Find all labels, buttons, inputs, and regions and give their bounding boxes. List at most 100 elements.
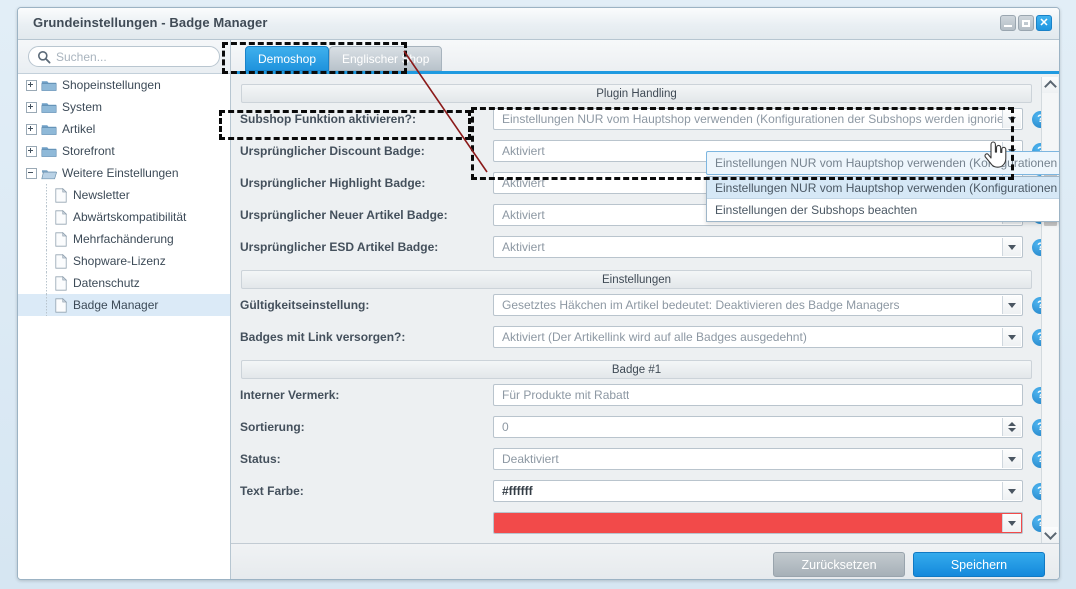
settings-tree[interactable]: Shopeinstellungen System Artikel Storefront… bbox=[18, 74, 230, 579]
app-window: Grundeinstellungen - Badge Manager ✕ Suc… bbox=[17, 7, 1060, 580]
expand-icon[interactable] bbox=[26, 79, 37, 91]
tree-item-mehrfach-nderung[interactable]: Mehrfachänderung bbox=[18, 228, 230, 250]
field-label: Ursprünglicher Discount Badge: bbox=[240, 144, 425, 158]
vertical-scrollbar[interactable] bbox=[1041, 77, 1058, 543]
chevron-down-icon bbox=[1008, 244, 1016, 250]
field-status[interactable]: Deaktiviert bbox=[493, 448, 1023, 470]
field-gültigkeitseinstellung[interactable]: Gesetztes Häkchen im Artikel bedeutet: D… bbox=[493, 294, 1023, 316]
form-row-text-farbe: Text Farbe: #ffffff? bbox=[231, 475, 1041, 507]
close-icon: ✕ bbox=[1039, 16, 1049, 29]
form-row-ursprünglicher-esd-artikel-badge: Ursprünglicher ESD Artikel Badge: Aktivie… bbox=[231, 231, 1041, 263]
field-label: Ursprünglicher Neuer Artikel Badge: bbox=[240, 208, 448, 222]
expand-icon[interactable] bbox=[26, 145, 37, 157]
expand-icon[interactable] bbox=[26, 123, 37, 135]
scroll-up-button[interactable] bbox=[1042, 77, 1058, 93]
minimize-button[interactable] bbox=[1000, 15, 1016, 31]
tree-item-newsletter[interactable]: Newsletter bbox=[18, 184, 230, 206]
search-input[interactable]: Suchen... bbox=[28, 46, 220, 67]
tree-item-label: Datenschutz bbox=[73, 276, 140, 290]
dropdown-option-1[interactable]: Einstellungen der Subshops beachten bbox=[707, 199, 1059, 221]
dropdown-option-0[interactable]: Einstellungen NUR vom Hauptshop verwende… bbox=[707, 177, 1059, 199]
chevron-down-icon bbox=[1008, 488, 1016, 494]
help-icon[interactable]: ? bbox=[1032, 110, 1041, 128]
field-badges-mit-link-versorgen[interactable]: Aktiviert (Der Artikellink wird auf alle… bbox=[493, 326, 1023, 348]
field-value: Einstellungen NUR vom Hauptshop verwende… bbox=[502, 112, 1019, 126]
chevron-down-icon bbox=[1008, 334, 1016, 340]
field-ursprünglicher-esd-artikel-badge[interactable]: Aktiviert bbox=[493, 236, 1023, 258]
tab-englischer-shop[interactable]: Englischer Shop bbox=[329, 46, 443, 71]
search-icon bbox=[38, 51, 51, 64]
reset-button[interactable]: Zurücksetzen bbox=[773, 552, 905, 577]
tree-item-weitere-einstellungen[interactable]: Weitere Einstellungen bbox=[18, 162, 230, 184]
help-icon[interactable]: ? bbox=[1032, 482, 1041, 500]
dropdown-toggle[interactable] bbox=[1002, 450, 1021, 468]
chevron-up-icon bbox=[1008, 422, 1016, 426]
field-label: Ursprünglicher Highlight Badge: bbox=[240, 176, 426, 190]
scroll-down-button[interactable] bbox=[1042, 527, 1058, 543]
page-icon bbox=[55, 187, 68, 203]
field-subshop-funktion-aktivieren[interactable]: Einstellungen NUR vom Hauptshop verwende… bbox=[493, 108, 1023, 130]
dropdown-toggle[interactable] bbox=[1002, 110, 1021, 128]
form-row-interner-vermerk: Interner Vermerk: Für Produkte mit Rabatt… bbox=[231, 379, 1041, 411]
sidebar: Suchen... Shopeinstellungen System Artikel… bbox=[18, 40, 231, 579]
field-value: Aktiviert bbox=[502, 240, 545, 254]
tree-item-datenschutz[interactable]: Datenschutz bbox=[18, 272, 230, 294]
title-bar: Grundeinstellungen - Badge Manager ✕ bbox=[18, 8, 1059, 40]
close-button[interactable]: ✕ bbox=[1036, 15, 1052, 31]
folder-icon bbox=[41, 167, 58, 180]
tree-item-shopeinstellungen[interactable]: Shopeinstellungen bbox=[18, 74, 230, 96]
help-icon[interactable]: ? bbox=[1032, 328, 1041, 346]
chevron-down-icon bbox=[1008, 428, 1016, 432]
dropdown-toggle[interactable] bbox=[1002, 238, 1021, 256]
maximize-button[interactable] bbox=[1018, 15, 1034, 31]
section-header-plugin-handling: Plugin Handling bbox=[241, 84, 1032, 103]
dropdown-list[interactable]: Einstellungen NUR vom Hauptshop verwende… bbox=[706, 176, 1059, 222]
tree-item-shopware-lizenz[interactable]: Shopware-Lizenz bbox=[18, 250, 230, 272]
section-header-badge-1: Badge #1 bbox=[241, 360, 1032, 379]
tab-demoshop[interactable]: Demoshop bbox=[245, 46, 330, 71]
help-icon[interactable]: ? bbox=[1032, 514, 1041, 532]
footer-buttons: Zurücksetzen Speichern bbox=[241, 544, 1045, 579]
section-header-einstellungen: Einstellungen bbox=[241, 270, 1032, 289]
field-label: Status: bbox=[240, 452, 281, 466]
field-interner-vermerk[interactable]: Für Produkte mit Rabatt bbox=[493, 384, 1023, 406]
quantity-stepper[interactable] bbox=[1002, 418, 1021, 436]
field-value: Deaktiviert bbox=[502, 452, 559, 466]
subshop-function-combo-field[interactable]: Einstellungen NUR vom Hauptshop verwende… bbox=[706, 151, 1059, 175]
help-icon[interactable]: ? bbox=[1032, 418, 1041, 436]
tree-item-label: Badge Manager bbox=[73, 298, 159, 312]
dropdown-toggle[interactable] bbox=[1002, 514, 1021, 532]
tree-item-label: Newsletter bbox=[73, 188, 130, 202]
field-value: Aktiviert (Der Artikellink wird auf alle… bbox=[502, 330, 807, 344]
field-value: #ffffff bbox=[502, 484, 533, 498]
expand-icon[interactable] bbox=[26, 101, 37, 113]
help-icon[interactable]: ? bbox=[1032, 450, 1041, 468]
help-icon[interactable]: ? bbox=[1032, 386, 1041, 404]
collapse-icon[interactable] bbox=[26, 167, 37, 179]
tree-item-abw-rtskompatibilit-t[interactable]: Abwärtskompatibilität bbox=[18, 206, 230, 228]
chevron-up-icon bbox=[1043, 80, 1057, 93]
help-icon[interactable]: ? bbox=[1032, 296, 1041, 314]
save-button[interactable]: Speichern bbox=[913, 552, 1045, 577]
dropdown-toggle[interactable] bbox=[1002, 296, 1021, 314]
subshop-function-dropdown[interactable]: Einstellungen NUR vom Hauptshop verwende… bbox=[706, 151, 1059, 222]
tree-guide-line bbox=[42, 294, 51, 316]
field-value: Aktiviert bbox=[502, 176, 545, 190]
screen: Grundeinstellungen - Badge Manager ✕ Suc… bbox=[0, 0, 1076, 589]
chevron-down-icon bbox=[1008, 456, 1016, 462]
tree-item-system[interactable]: System bbox=[18, 96, 230, 118]
dropdown-toggle[interactable] bbox=[1002, 482, 1021, 500]
field-color-swatch[interactable] bbox=[493, 512, 1023, 534]
field-sortierung[interactable]: 0 bbox=[493, 416, 1023, 438]
field-value: Gesetztes Häkchen im Artikel bedeutet: D… bbox=[502, 298, 900, 312]
page-icon bbox=[55, 275, 68, 291]
maximize-icon bbox=[1022, 19, 1030, 27]
dropdown-toggle[interactable] bbox=[1002, 328, 1021, 346]
tree-item-badge-manager[interactable]: Badge Manager bbox=[18, 294, 230, 316]
tree-guide-line bbox=[42, 206, 51, 228]
field-text-farbe[interactable]: #ffffff bbox=[493, 480, 1023, 502]
minimize-icon bbox=[1004, 24, 1012, 27]
tree-item-storefront[interactable]: Storefront bbox=[18, 140, 230, 162]
tree-item-artikel[interactable]: Artikel bbox=[18, 118, 230, 140]
help-icon[interactable]: ? bbox=[1032, 238, 1041, 256]
